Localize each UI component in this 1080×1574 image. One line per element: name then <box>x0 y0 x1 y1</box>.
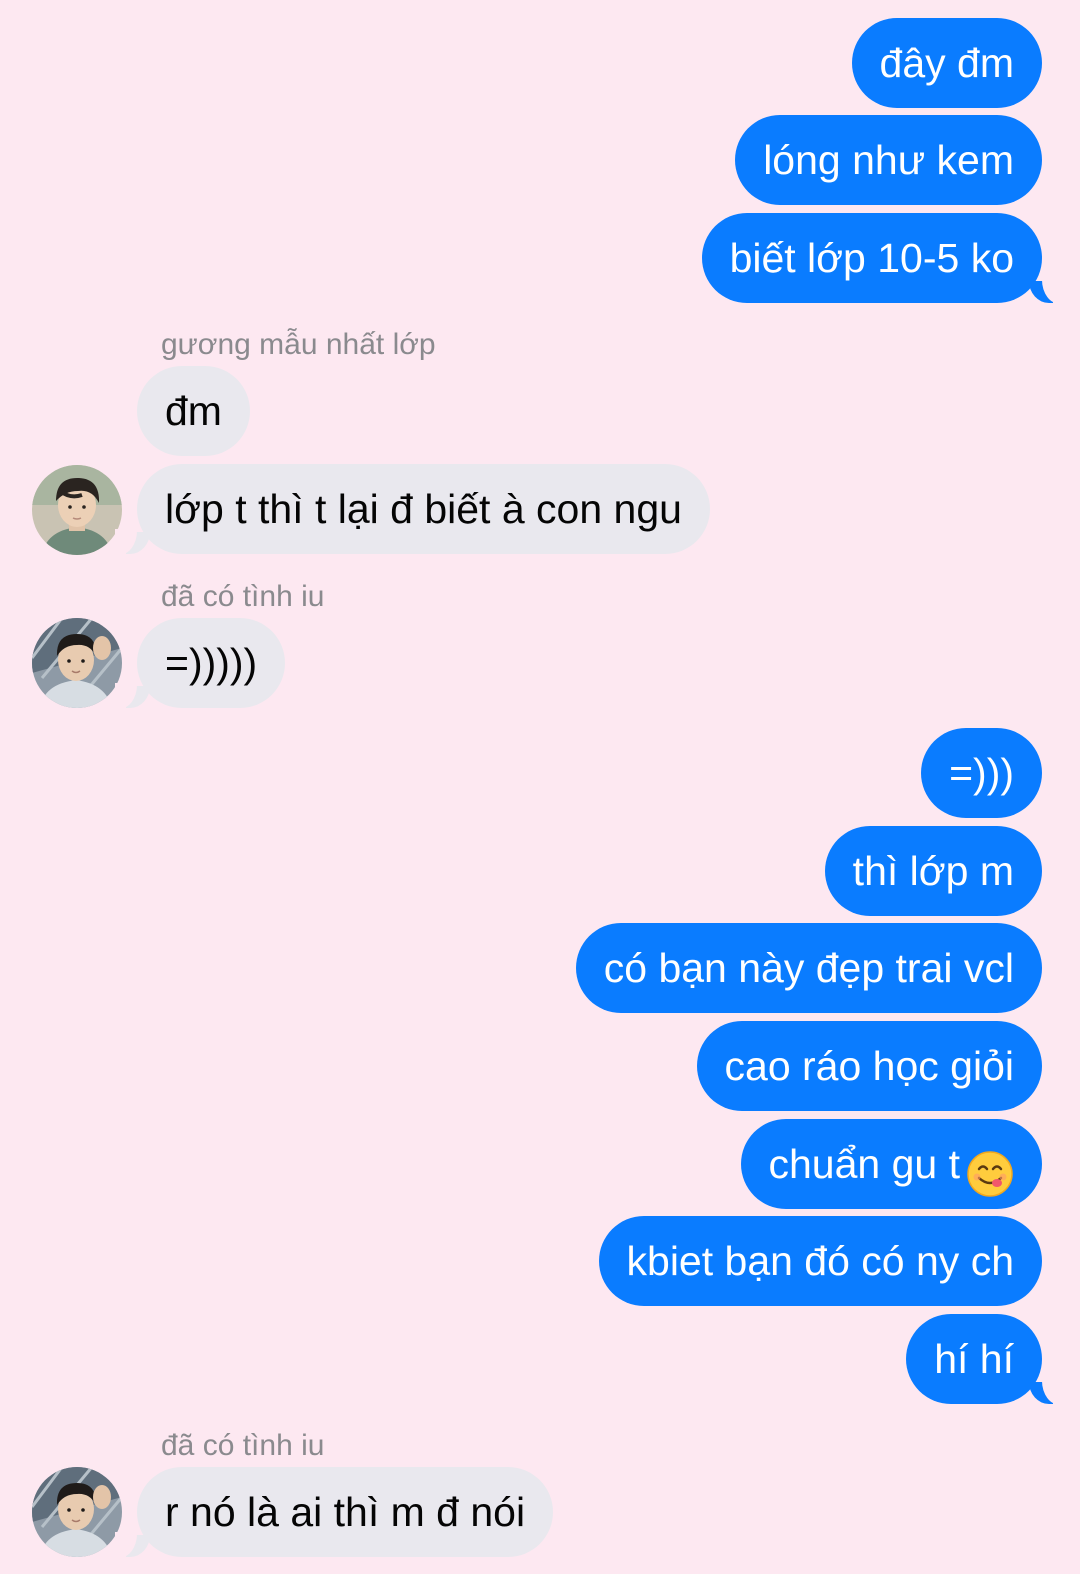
message-bubble-incoming[interactable]: r nó là ai thì m đ nói <box>114 1467 554 1558</box>
avatar-photo-boy-2-icon[interactable] <box>32 618 122 708</box>
message-text: thì lớp m <box>852 848 1014 894</box>
sender-name: đã có tình iu <box>161 1429 325 1462</box>
message-text: lớp t thì t lại đ biết à con ngu <box>165 486 682 532</box>
avatar-photo-boy-2-icon[interactable] <box>32 1467 122 1557</box>
message-text: chuẩn gu t <box>768 1141 961 1187</box>
yum-face-emoji-icon <box>966 1139 1014 1197</box>
message-bubble-outgoing[interactable]: kbiet bạn đó có ny ch <box>598 1216 1042 1306</box>
message-text: =))) <box>949 750 1014 796</box>
message-text: kbiet bạn đó có ny ch <box>626 1238 1014 1284</box>
message-bubble-outgoing[interactable]: thì lớp m <box>824 826 1042 916</box>
message-bubble-outgoing[interactable]: hí hí <box>906 1314 1064 1405</box>
message-text: lóng như kem <box>763 137 1014 183</box>
message-bubble-incoming[interactable]: đm <box>137 366 250 456</box>
chat-thread[interactable]: đây đm lóng như kem biết lớp 10-5 ko gươ… <box>0 0 1080 1574</box>
message-text: hí hí <box>934 1336 1014 1382</box>
message-bubble-outgoing[interactable]: đây đm <box>851 18 1042 108</box>
message-text: có bạn này đẹp trai vcl <box>603 945 1014 991</box>
message-bubble-incoming[interactable]: lớp t thì t lại đ biết à con ngu <box>115 464 710 555</box>
message-text: đm <box>165 388 222 434</box>
message-bubble-outgoing[interactable]: chuẩn gu t <box>740 1119 1042 1209</box>
message-text: đây đm <box>879 40 1014 86</box>
message-text: biết lớp 10-5 ko <box>729 235 1014 281</box>
message-bubble-outgoing[interactable]: lóng như kem <box>735 115 1042 205</box>
message-bubble-outgoing[interactable]: biết lớp 10-5 ko <box>701 213 1065 304</box>
sender-name: đã có tình iu <box>161 580 325 613</box>
message-bubble-incoming[interactable]: =))))) <box>114 618 286 709</box>
message-text: =))))) <box>165 640 258 686</box>
message-text: r nó là ai thì m đ nói <box>165 1489 526 1535</box>
message-bubble-outgoing[interactable]: =))) <box>921 728 1042 818</box>
message-bubble-outgoing[interactable]: có bạn này đẹp trai vcl <box>575 923 1042 1013</box>
message-text: cao ráo học giỏi <box>724 1043 1014 1089</box>
sender-name: gương mẫu nhất lớp <box>161 328 436 361</box>
message-bubble-outgoing[interactable]: cao ráo học giỏi <box>696 1021 1042 1111</box>
avatar-photo-boy-1-icon[interactable] <box>32 465 122 555</box>
